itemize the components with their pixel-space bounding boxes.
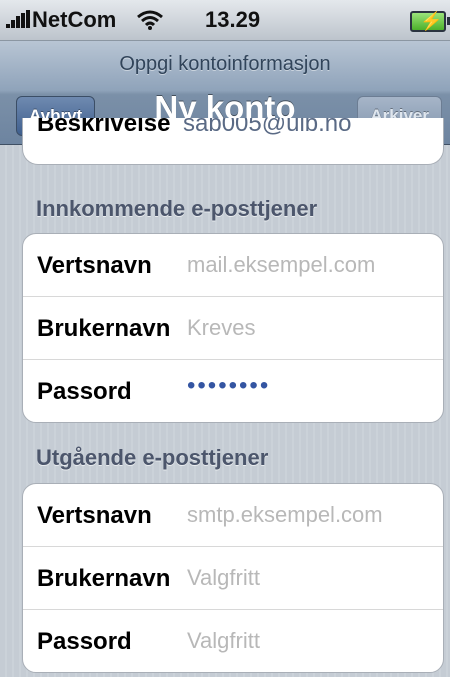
outgoing-password-label: Passord — [37, 628, 132, 655]
outgoing-host-label: Vertsnavn — [37, 502, 152, 529]
incoming-server-group: Vertsnavn mail.eksempel.com Brukernavn K… — [22, 233, 444, 423]
outgoing-username-field[interactable]: Valgfritt — [187, 565, 260, 591]
status-time: 13.29 — [205, 7, 261, 32]
incoming-host-label: Vertsnavn — [37, 252, 152, 279]
outgoing-username-label: Brukernavn — [37, 565, 171, 592]
outgoing-host-field[interactable]: smtp.eksempel.com — [187, 502, 383, 528]
wifi-icon — [137, 10, 163, 30]
incoming-host-row[interactable]: Vertsnavn mail.eksempel.com — [23, 234, 443, 297]
outgoing-password-row[interactable]: Passord Valgfritt — [23, 610, 443, 672]
incoming-password-field[interactable]: •••••••• — [187, 372, 270, 400]
outgoing-host-row[interactable]: Vertsnavn smtp.eksempel.com — [23, 484, 443, 547]
battery-charging-icon: ⚡ — [410, 11, 450, 32]
incoming-username-field[interactable]: Kreves — [187, 315, 255, 341]
outgoing-username-row[interactable]: Brukernavn Valgfritt — [23, 547, 443, 610]
description-label: Beskrivelse — [37, 118, 171, 137]
status-bar: NetCom 13.29 ⚡ — [0, 0, 450, 41]
incoming-password-label: Passord — [37, 378, 132, 405]
incoming-host-field[interactable]: mail.eksempel.com — [187, 252, 375, 278]
description-value: sab005@uib.no — [183, 118, 352, 137]
description-row[interactable]: Beskrivelse sab005@uib.no — [22, 118, 444, 165]
carrier-name: NetCom — [32, 7, 117, 32]
incoming-server-header: Innkommende e-posttjener — [36, 196, 318, 221]
incoming-username-row[interactable]: Brukernavn Kreves — [23, 297, 443, 360]
signal-strength-icon — [6, 10, 32, 28]
outgoing-password-field[interactable]: Valgfritt — [187, 628, 260, 654]
outgoing-server-group: Vertsnavn smtp.eksempel.com Brukernavn V… — [22, 483, 444, 673]
incoming-username-label: Brukernavn — [37, 315, 171, 342]
incoming-password-row[interactable]: Passord •••••••• — [23, 360, 443, 422]
nav-prompt: Oppgi kontoinformasjon — [119, 53, 331, 75]
outgoing-server-header: Utgående e-posttjener — [36, 445, 269, 470]
